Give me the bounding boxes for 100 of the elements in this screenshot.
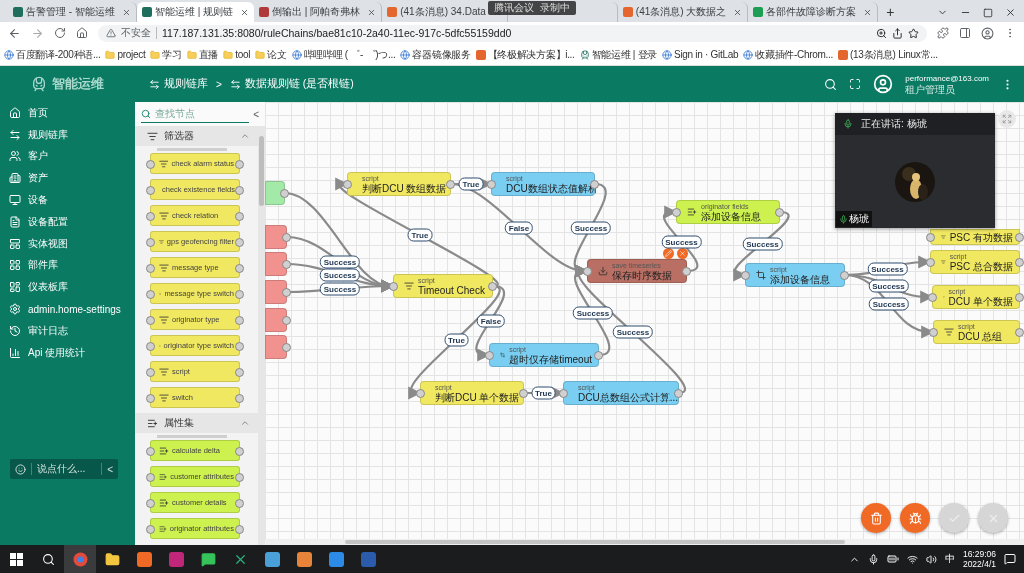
port-handle[interactable] xyxy=(446,180,455,189)
nav-item[interactable]: 部件库 xyxy=(0,254,135,277)
port-handle[interactable] xyxy=(282,288,291,297)
side-panel-icon[interactable] xyxy=(959,27,971,39)
port-handle[interactable] xyxy=(146,160,155,169)
edit-button[interactable] xyxy=(663,248,674,259)
debug-button[interactable] xyxy=(900,503,930,533)
port-handle[interactable] xyxy=(488,282,497,291)
forward-icon[interactable] xyxy=(31,26,44,40)
node-search-field[interactable]: 查找节点 xyxy=(141,105,250,123)
reload-icon[interactable] xyxy=(54,27,66,39)
link-label[interactable]: Success xyxy=(319,255,361,268)
port-handle[interactable] xyxy=(146,394,155,403)
port-handle[interactable] xyxy=(926,233,935,242)
volume-icon[interactable] xyxy=(925,553,937,565)
zoom-icon[interactable] xyxy=(876,27,887,39)
delete-button[interactable] xyxy=(861,503,891,533)
tile-icon[interactable] xyxy=(264,551,280,567)
port-handle[interactable] xyxy=(146,316,155,325)
bookmark[interactable]: 百度翻译-200种语... xyxy=(4,47,101,62)
port-handle[interactable] xyxy=(583,267,592,276)
port-handle[interactable] xyxy=(235,264,244,273)
chat-box[interactable]: 说点什么... < xyxy=(10,459,118,479)
windows-logo-icon[interactable] xyxy=(9,552,23,566)
bookmark[interactable]: 学习 xyxy=(150,47,182,62)
port-handle[interactable] xyxy=(775,208,784,217)
nav-item[interactable]: 规则链库 xyxy=(0,123,135,146)
port-handle[interactable] xyxy=(235,342,244,351)
bookmark[interactable]: 哔哩哔哩 ( ゜- ゜)つ... xyxy=(291,47,396,62)
star-icon[interactable] xyxy=(908,27,919,39)
chat-icon[interactable] xyxy=(200,551,216,567)
fullscreen-button[interactable] xyxy=(998,110,1016,128)
notification-icon[interactable] xyxy=(1004,553,1016,565)
delete-button[interactable] xyxy=(677,248,688,259)
collapse-button[interactable]: < xyxy=(253,108,259,120)
tile-icon[interactable] xyxy=(296,551,312,567)
port-handle[interactable] xyxy=(235,473,244,482)
nav-item[interactable]: 仪表板库 xyxy=(0,276,135,299)
port-handle[interactable] xyxy=(235,368,244,377)
browser-tab[interactable]: 智能运维 | 规则链 xyxy=(136,2,255,22)
nav-item[interactable]: 首页 xyxy=(0,102,135,124)
nav-item[interactable]: 实体视图 xyxy=(0,232,135,255)
port-handle[interactable] xyxy=(487,180,496,189)
port-handle[interactable] xyxy=(1015,293,1024,302)
nav-item[interactable]: 客户 xyxy=(0,145,135,168)
nav-item[interactable]: 设备 xyxy=(0,189,135,211)
link-label[interactable]: Success xyxy=(742,237,783,250)
section-header[interactable]: 筛选器 xyxy=(135,126,258,146)
bookmark[interactable]: (13条消息) Linux常... xyxy=(837,47,938,62)
tile-icon[interactable] xyxy=(328,551,344,567)
bookmark[interactable]: 容器镜像服务 xyxy=(400,47,471,62)
port-handle[interactable] xyxy=(235,394,244,403)
port-handle[interactable] xyxy=(235,316,244,325)
folder-icon[interactable] xyxy=(104,551,120,567)
link-label[interactable]: False xyxy=(476,314,506,327)
port-handle[interactable] xyxy=(282,343,291,352)
close-icon[interactable] xyxy=(367,7,377,17)
port-handle[interactable] xyxy=(672,208,681,217)
nav-item[interactable]: Api 使用统计 xyxy=(0,341,135,364)
port-handle[interactable] xyxy=(146,342,155,351)
port-handle[interactable] xyxy=(235,525,244,534)
tile-icon[interactable] xyxy=(168,551,184,567)
breadcrumb-link[interactable]: 规则链库 xyxy=(149,77,208,91)
port-handle[interactable] xyxy=(929,328,938,337)
port-handle[interactable] xyxy=(235,499,244,508)
network-icon[interactable] xyxy=(906,553,918,565)
port-handle[interactable] xyxy=(416,389,425,398)
nav-item[interactable]: 设备配置 xyxy=(0,211,135,233)
port-handle[interactable] xyxy=(146,212,155,221)
port-handle[interactable] xyxy=(282,260,291,269)
new-tab-button[interactable]: + xyxy=(878,4,903,22)
close-icon[interactable] xyxy=(121,7,131,17)
bookmark[interactable]: tool xyxy=(223,49,251,60)
link-label[interactable]: Success xyxy=(319,282,361,296)
port-handle[interactable] xyxy=(682,267,691,276)
port-handle[interactable] xyxy=(235,212,244,221)
link-label[interactable]: True xyxy=(407,228,433,242)
port-handle[interactable] xyxy=(282,233,291,242)
fullscreen-icon[interactable] xyxy=(849,78,862,90)
search-icon[interactable] xyxy=(41,552,55,566)
link-label[interactable]: True xyxy=(458,177,484,191)
port-handle[interactable] xyxy=(146,473,155,482)
port-handle[interactable] xyxy=(594,351,603,360)
profile-icon[interactable] xyxy=(981,26,994,40)
port-handle[interactable] xyxy=(146,186,155,195)
close-icon[interactable] xyxy=(863,7,873,17)
home-icon[interactable] xyxy=(76,27,88,39)
bookmark[interactable]: 论文 xyxy=(255,47,287,62)
link-label[interactable]: Success xyxy=(868,279,909,293)
port-handle[interactable] xyxy=(146,525,155,534)
link-label[interactable]: Success xyxy=(572,306,614,320)
link-label[interactable]: Success xyxy=(661,235,702,248)
port-handle[interactable] xyxy=(146,290,155,299)
port-handle[interactable] xyxy=(146,447,155,456)
link-label[interactable]: True xyxy=(444,333,469,346)
port-handle[interactable] xyxy=(235,160,244,169)
address-field[interactable]: 不安全 117.187.131.35:8080/ruleChains/bae81c10-2a40-11ec-917c-5dfc55159dd0 xyxy=(98,24,927,42)
clock[interactable]: 16:29:06 2022/4/1 xyxy=(962,549,996,569)
nav-item[interactable]: admin.home-settings xyxy=(0,298,135,320)
share-icon[interactable] xyxy=(892,27,903,39)
